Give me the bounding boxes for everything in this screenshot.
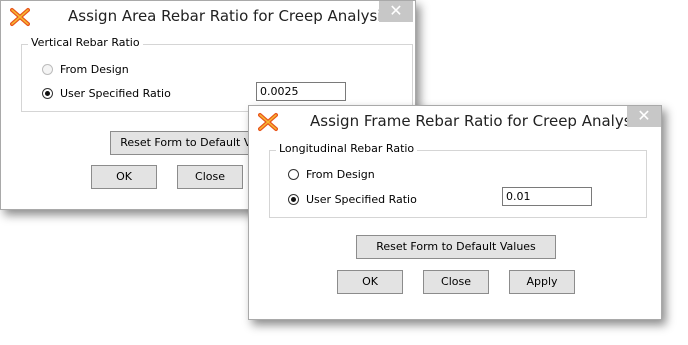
reset-defaults-button[interactable]: Reset Form to Default Values xyxy=(356,235,556,259)
close-button[interactable]: Close xyxy=(177,165,243,189)
from-design-label: From Design xyxy=(60,63,129,76)
vertical-rebar-ratio-group: Vertical Rebar Ratio From Design User Sp… xyxy=(21,36,413,112)
user-specified-label: User Specified Ratio xyxy=(306,193,417,206)
area-dialog-title: Assign Area Rebar Ratio for Creep Analys… xyxy=(68,7,390,25)
group-label: Vertical Rebar Ratio xyxy=(28,36,143,49)
app-icon xyxy=(10,8,30,26)
apply-button[interactable]: Apply xyxy=(509,270,575,294)
ratio-input[interactable]: 0.0025 xyxy=(256,82,346,101)
longitudinal-rebar-ratio-group: Longitudinal Rebar Ratio From Design Use… xyxy=(269,142,647,218)
area-dialog-titlebar[interactable]: Assign Area Rebar Ratio for Creep Analys… xyxy=(1,1,415,33)
area-dialog-close-icon[interactable]: ✕ xyxy=(379,1,413,22)
from-design-label: From Design xyxy=(306,168,375,181)
from-design-radio[interactable] xyxy=(42,64,53,75)
from-design-radio[interactable] xyxy=(288,169,299,180)
frame-rebar-ratio-dialog: Assign Frame Rebar Ratio for Creep Analy… xyxy=(248,105,662,320)
frame-dialog-titlebar[interactable]: Assign Frame Rebar Ratio for Creep Analy… xyxy=(249,106,661,138)
close-button[interactable]: Close xyxy=(423,270,489,294)
ok-button[interactable]: OK xyxy=(91,165,157,189)
user-specified-radio[interactable] xyxy=(288,194,299,205)
frame-dialog-close-icon[interactable]: ✕ xyxy=(627,106,661,127)
app-icon xyxy=(258,113,278,131)
frame-dialog-title: Assign Frame Rebar Ratio for Creep Analy… xyxy=(310,112,644,130)
group-label: Longitudinal Rebar Ratio xyxy=(276,142,418,155)
user-specified-label: User Specified Ratio xyxy=(60,87,171,100)
ratio-input[interactable]: 0.01 xyxy=(502,187,592,206)
user-specified-radio[interactable] xyxy=(42,88,53,99)
ok-button[interactable]: OK xyxy=(337,270,403,294)
